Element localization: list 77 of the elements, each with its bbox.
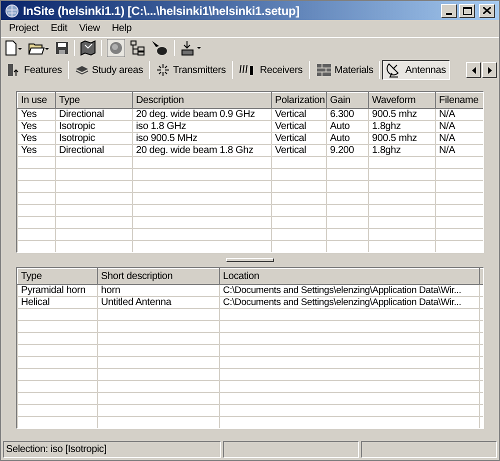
globe-icon	[5, 4, 19, 18]
building-icon	[7, 63, 21, 77]
table-cell: Yes	[18, 108, 56, 120]
table-cell: 1.8ghz	[368, 120, 436, 132]
globe-icon[interactable]	[107, 39, 125, 57]
column-header[interactable]: Location	[220, 268, 480, 284]
table-cell: Pyramidal horn	[18, 284, 98, 296]
status-text: Selection: iso [Isotropic]	[3, 441, 221, 458]
table-cell: Isotropic	[56, 120, 132, 132]
table-cell: C:\Documents and Settings\elenzing\Application Data\Wir...	[220, 284, 480, 296]
tab[interactable]: Transmitters	[152, 60, 230, 80]
map-icon[interactable]	[80, 40, 96, 56]
column-header[interactable]: In use	[18, 92, 56, 108]
table-cell: C:\Documents and Settings\elenzing\Application Data\Wir...	[220, 296, 480, 308]
menu-item[interactable]: Help	[106, 21, 137, 36]
table-cell: 20 deg. wide beam 0.9 GHz	[132, 108, 272, 120]
table-cell: iso 900.5 MHz	[132, 132, 272, 144]
tab[interactable]: Antennas	[382, 60, 450, 80]
burst-icon	[156, 63, 170, 77]
table-cell: N/A	[436, 108, 483, 120]
table-cell: 900.5 mhz	[368, 108, 436, 120]
table-cell: Vertical	[272, 132, 326, 144]
save-icon[interactable]	[55, 41, 69, 55]
column-header[interactable]: Short description	[98, 268, 220, 284]
column-header[interactable]: Waveform	[368, 92, 436, 108]
tab[interactable]: Materials	[312, 60, 378, 80]
minimize-button[interactable]	[441, 4, 457, 18]
table-cell: 20 deg. wide beam 1.8 Ghz	[132, 144, 272, 156]
splitter-handle[interactable]	[226, 258, 274, 262]
menu-item[interactable]: Edit	[46, 21, 72, 36]
download-icon[interactable]	[180, 40, 204, 56]
table-cell: Vertical	[272, 144, 326, 156]
table-cell: Yes	[18, 132, 56, 144]
right-arrow-icon	[488, 66, 492, 74]
column-header[interactable]: Type	[18, 268, 98, 284]
column-header[interactable]: Filename	[436, 92, 483, 108]
column-header[interactable]: Type	[56, 92, 132, 108]
table-cell: Helical	[18, 296, 98, 308]
scroll-right-button[interactable]	[482, 62, 497, 78]
pointer-icon[interactable]	[151, 40, 169, 56]
table-cell: horn	[98, 284, 220, 296]
window-title: InSite (helsinki1.1) [C:\...\helsinki1\helsinki1.setup]	[23, 2, 300, 20]
column-header[interactable]: Gain	[326, 92, 368, 108]
table-cell: Auto	[326, 132, 368, 144]
table-cell: 1.8ghz	[368, 144, 436, 156]
table-cell: Isotropic	[56, 132, 132, 144]
tab[interactable]: Features	[3, 60, 66, 80]
column-header[interactable]: Description	[132, 92, 272, 108]
layers-icon	[74, 63, 89, 77]
table-cell: Vertical	[272, 120, 326, 132]
table-cell: N/A	[436, 144, 483, 156]
new-file-icon[interactable]	[5, 40, 23, 56]
table-cell: Untitled Antenna	[98, 296, 220, 308]
bricks-icon	[316, 63, 332, 77]
table-cell: Vertical	[272, 108, 326, 120]
table-cell: N/A	[436, 132, 483, 144]
table-cell: Directional	[56, 144, 132, 156]
close-icon	[483, 7, 491, 14]
menu-item[interactable]: View	[74, 21, 105, 36]
table-cell: Directional	[56, 108, 132, 120]
table-cell: N/A	[436, 120, 483, 132]
table-cell: 9.200	[326, 144, 368, 156]
table-cell: 6.300	[326, 108, 368, 120]
table-cell: Auto	[326, 120, 368, 132]
column-header[interactable]: Polarization	[272, 92, 326, 108]
tree-icon[interactable]	[130, 40, 146, 56]
close-button[interactable]	[479, 4, 495, 18]
tab[interactable]: Study areas	[70, 60, 148, 80]
menu-item[interactable]: Project	[4, 21, 44, 36]
left-arrow-icon	[472, 66, 476, 74]
table-cell: Yes	[18, 120, 56, 132]
maximize-button[interactable]	[459, 4, 475, 18]
tab[interactable]: Receivers	[234, 60, 307, 80]
scroll-left-button[interactable]	[466, 62, 481, 78]
table-cell: Yes	[18, 144, 56, 156]
table-cell: iso 1.8 GHz	[132, 120, 272, 132]
table-cell: 900.5 mhz	[368, 132, 436, 144]
